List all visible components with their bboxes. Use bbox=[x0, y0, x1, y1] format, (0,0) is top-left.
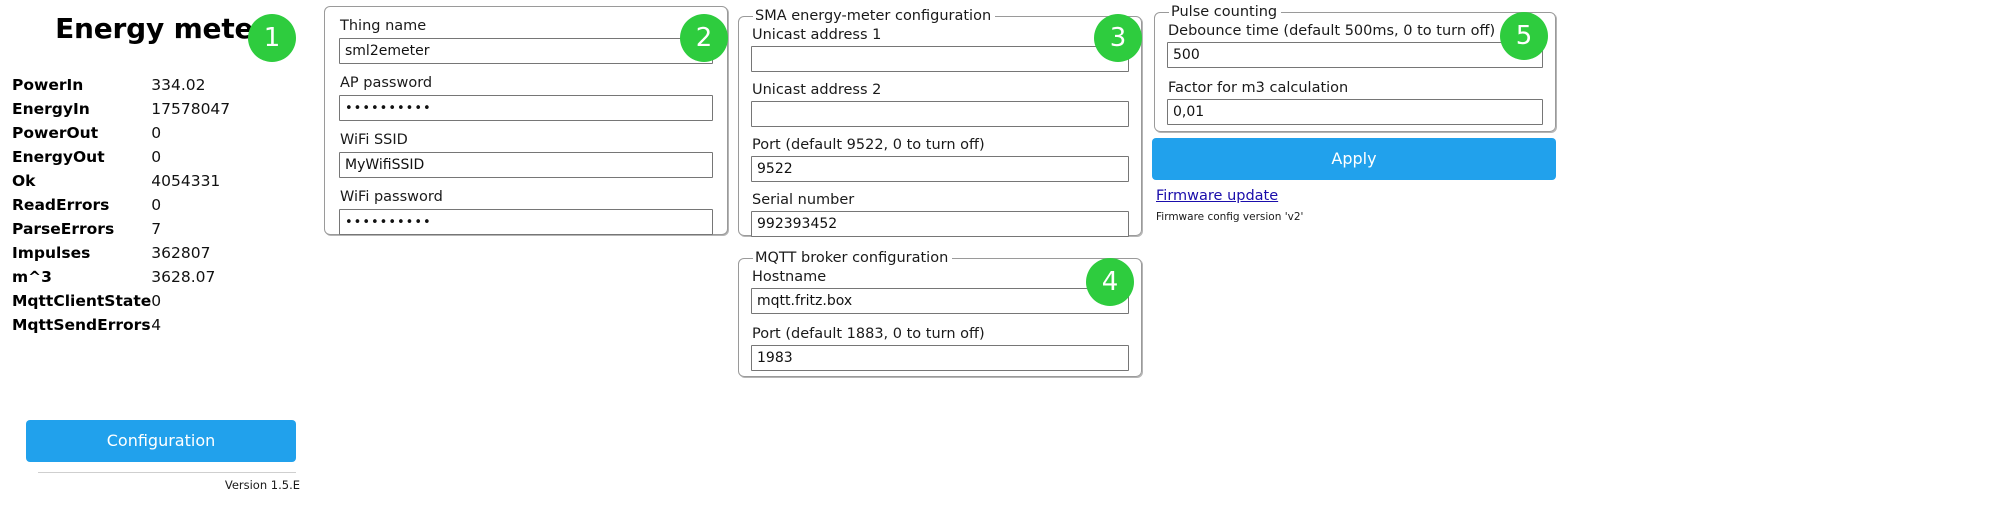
sma-input-2[interactable] bbox=[751, 156, 1129, 182]
sma-field-2: Port (default 9522, 0 to turn off) bbox=[751, 136, 1129, 182]
thing-label-1: AP password bbox=[340, 75, 433, 91]
sma-energy-meter-card: SMA energy-meter configuration Unicast a… bbox=[738, 8, 1142, 237]
thing-configuration-card: Thing name AP password WiFi SSID WiFi passw… bbox=[324, 6, 728, 235]
apply-button[interactable]: Apply bbox=[1152, 138, 1556, 180]
mqtt-label-0: Hostname bbox=[752, 269, 827, 285]
version-label: Version 1.5.E bbox=[224, 478, 300, 492]
sma-input-0[interactable] bbox=[751, 46, 1129, 72]
stat-row: PowerIn 334.02 bbox=[0, 73, 296, 97]
stat-row: m^3 3628.07 bbox=[0, 265, 296, 289]
mqtt-card-legend: MQTT broker configuration bbox=[755, 250, 949, 266]
stat-row: MqttSendErrors 4 bbox=[0, 313, 296, 337]
stat-key: ReadErrors bbox=[12, 196, 110, 214]
thing-input-3[interactable] bbox=[339, 209, 713, 235]
stat-value: 362807 bbox=[151, 244, 211, 262]
stat-key: PowerIn bbox=[12, 76, 84, 94]
mqtt-label-1: Port (default 1883, 0 to turn off) bbox=[752, 326, 985, 342]
thing-label-0: Thing name bbox=[340, 18, 427, 34]
stat-value: 4 bbox=[151, 316, 162, 334]
sma-input-1[interactable] bbox=[751, 101, 1129, 127]
stat-value: 0 bbox=[151, 148, 162, 166]
stat-key: EnergyOut bbox=[12, 148, 105, 166]
mqtt-field-0: Hostname bbox=[751, 268, 1129, 314]
mqtt-input-0[interactable] bbox=[751, 288, 1129, 314]
stat-key: PowerOut bbox=[12, 124, 99, 142]
stat-key: EnergyIn bbox=[12, 100, 90, 118]
stat-value: 0 bbox=[151, 124, 162, 142]
stat-value: 4054331 bbox=[151, 172, 221, 190]
stat-row: PowerOut 0 bbox=[0, 121, 296, 145]
sma-label-0: Unicast address 1 bbox=[752, 27, 882, 43]
stat-value: 17578047 bbox=[151, 100, 231, 118]
callout-badge-5: 5 bbox=[1500, 12, 1548, 60]
firmware-update-link[interactable]: Firmware update bbox=[1156, 188, 1278, 204]
thing-field-2: WiFi SSID bbox=[339, 131, 713, 178]
status-panel: Energy meter PowerIn 334.02 EnergyIn 175780… bbox=[0, 0, 322, 513]
sma-input-3[interactable] bbox=[751, 211, 1129, 237]
mqtt-broker-card: MQTT broker configuration Hostname Port (… bbox=[738, 250, 1142, 377]
status-stats-table: PowerIn 334.02 EnergyIn 17578047 PowerOut 0 En… bbox=[0, 73, 296, 337]
callout-badge-1: 1 bbox=[248, 14, 296, 62]
stat-key: MqttSendErrors bbox=[12, 316, 151, 334]
stat-row: ReadErrors 0 bbox=[0, 193, 296, 217]
stat-key: m^3 bbox=[12, 268, 52, 286]
pulse-label-1: Factor for m3 calculation bbox=[1168, 80, 1349, 96]
thing-field-3: WiFi password bbox=[339, 188, 713, 235]
pulse-input-0[interactable] bbox=[1167, 42, 1543, 68]
pulse-input-1[interactable] bbox=[1167, 99, 1543, 125]
thing-input-2[interactable] bbox=[339, 152, 713, 178]
sma-field-0: Unicast address 1 bbox=[751, 26, 1129, 72]
stat-value: 0 bbox=[151, 196, 162, 214]
stat-key: Ok bbox=[12, 172, 36, 190]
stat-row: EnergyIn 17578047 bbox=[0, 97, 296, 121]
stat-row: ParseErrors 7 bbox=[0, 217, 296, 241]
thing-field-0: Thing name bbox=[339, 17, 713, 64]
stat-row: EnergyOut 0 bbox=[0, 145, 296, 169]
sma-field-1: Unicast address 2 bbox=[751, 81, 1129, 127]
stat-row: MqttClientState 0 bbox=[0, 289, 296, 313]
pulse-card-legend: Pulse counting bbox=[1171, 4, 1278, 20]
mqtt-input-1[interactable] bbox=[751, 345, 1129, 371]
left-panel-divider bbox=[38, 472, 296, 473]
stat-value: 0 bbox=[151, 292, 162, 310]
pulse-label-0: Debounce time (default 500ms, 0 to turn … bbox=[1168, 23, 1496, 39]
thing-label-2: WiFi SSID bbox=[340, 132, 408, 148]
thing-label-3: WiFi password bbox=[340, 189, 443, 205]
firmware-config-version-label: Firmware config version 'v2' bbox=[1156, 211, 1304, 223]
sma-label-1: Unicast address 2 bbox=[752, 82, 882, 98]
thing-field-1: AP password bbox=[339, 74, 713, 121]
stat-key: MqttClientState bbox=[12, 292, 152, 310]
sma-card-legend: SMA energy-meter configuration bbox=[755, 8, 992, 24]
stat-row: Ok 4054331 bbox=[0, 169, 296, 193]
callout-badge-2: 2 bbox=[680, 14, 728, 62]
pulse-field-0: Debounce time (default 500ms, 0 to turn … bbox=[1167, 22, 1543, 68]
callout-badge-4: 4 bbox=[1086, 258, 1134, 306]
stat-value: 334.02 bbox=[151, 76, 206, 94]
sma-field-3: Serial number bbox=[751, 191, 1129, 237]
stat-key: ParseErrors bbox=[12, 220, 115, 238]
stat-value: 3628.07 bbox=[151, 268, 216, 286]
sma-label-2: Port (default 9522, 0 to turn off) bbox=[752, 137, 985, 153]
callout-badge-3: 3 bbox=[1094, 14, 1142, 62]
pulse-counting-card: Pulse counting Debounce time (default 50… bbox=[1154, 4, 1556, 132]
thing-input-1[interactable] bbox=[339, 95, 713, 121]
thing-input-0[interactable] bbox=[339, 38, 713, 64]
stat-row: Impulses 362807 bbox=[0, 241, 296, 265]
configuration-button[interactable]: Configuration bbox=[26, 420, 296, 462]
pulse-field-1: Factor for m3 calculation bbox=[1167, 79, 1543, 125]
sma-label-3: Serial number bbox=[752, 192, 855, 208]
stat-key: Impulses bbox=[12, 244, 91, 262]
mqtt-field-1: Port (default 1883, 0 to turn off) bbox=[751, 325, 1129, 371]
stat-value: 7 bbox=[151, 220, 162, 238]
